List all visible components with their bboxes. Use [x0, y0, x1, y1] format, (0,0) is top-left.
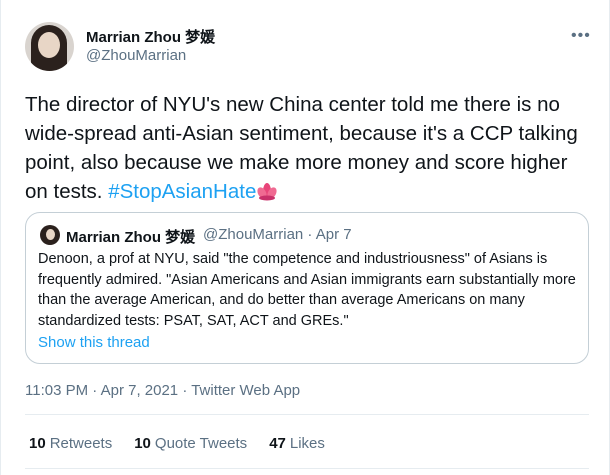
author-name[interactable]: Marrian Zhou 梦媛 — [86, 26, 215, 47]
tweet-timestamp[interactable]: 11:03 PM · Apr 7, 2021 · Twitter Web App — [25, 382, 300, 399]
quotes-count: 10 — [134, 435, 151, 452]
quoted-author-name: Marrian Zhou 梦媛 — [66, 229, 196, 246]
avatar[interactable] — [25, 22, 74, 71]
quoted-tweet[interactable]: Marrian Zhou 梦媛 @ZhouMarrian · Apr 7 Den… — [25, 212, 589, 364]
more-icon[interactable]: ••• — [571, 27, 591, 45]
likes-stat[interactable]: 47 Likes — [269, 435, 325, 452]
avatar-face — [38, 32, 60, 58]
tweet-card: Marrian Zhou 梦媛 @ZhouMarrian ••• The dir… — [0, 0, 610, 475]
quote-tweets-stat[interactable]: 10 Quote Tweets — [134, 435, 247, 452]
show-thread-link[interactable]: Show this thread — [38, 334, 150, 351]
retweets-label: Retweets — [49, 435, 113, 452]
quoted-text: Denoon, a prof at NYU, said "the compete… — [38, 251, 576, 329]
quoted-handle-date: @ZhouMarrian · Apr 7 — [203, 226, 352, 243]
tweet-text: The director of NYU's new China center t… — [25, 90, 595, 206]
likes-label: Likes — [289, 435, 325, 452]
retweets-count: 10 — [29, 435, 46, 452]
quoted-avatar-face — [46, 229, 55, 240]
divider — [25, 414, 589, 415]
author-handle[interactable]: @ZhouMarrian — [86, 47, 186, 64]
hashtag-link[interactable]: #StopAsianHate — [108, 180, 256, 203]
divider — [25, 468, 589, 469]
likes-count: 47 — [269, 435, 286, 452]
lotus-icon — [257, 183, 277, 201]
quoted-avatar[interactable] — [40, 225, 60, 245]
tweet-stats: 10 Retweets 10 Quote Tweets 47 Likes — [29, 435, 347, 452]
retweets-stat[interactable]: 10 Retweets — [29, 435, 112, 452]
quotes-label: Quote Tweets — [154, 435, 248, 452]
